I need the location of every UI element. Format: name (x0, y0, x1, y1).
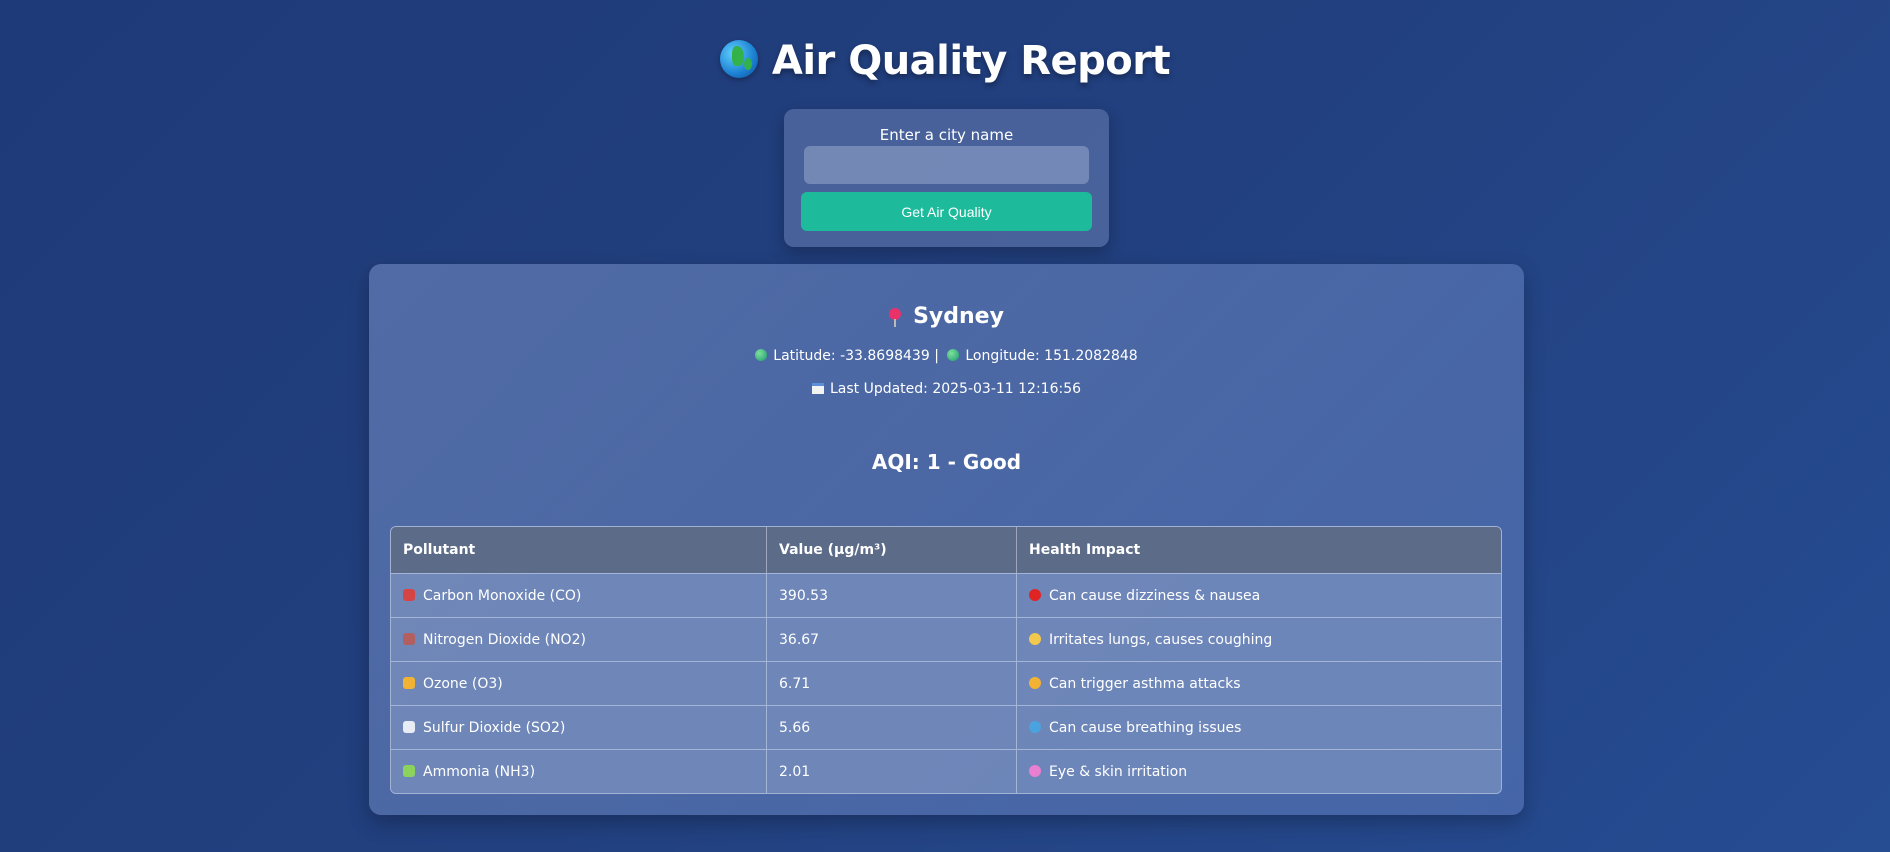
value-cell: 36.67 (767, 617, 1017, 661)
factory-icon (403, 632, 415, 645)
table-row: Ozone (O3) 6.71 Can trigger asthma attacks (391, 661, 1501, 705)
page-title-text: Air Quality Report (771, 38, 1171, 84)
search-card: Enter a city name Get Air Quality (784, 109, 1109, 247)
pollutant-name: Sulfur Dioxide (SO2) (423, 719, 566, 736)
page-title: Air Quality Report (0, 38, 1890, 84)
pollutant-cell: Ammonia (NH3) (391, 749, 767, 793)
result-card: Sydney Latitude: -33.8698439 | Longitude… (369, 264, 1524, 815)
header-value: Value (µg/m³) (767, 527, 1017, 573)
table-row: Carbon Monoxide (CO) 390.53 Can cause dizz… (391, 573, 1501, 617)
health-impact-cell: Irritates lungs, causes coughing (1017, 617, 1501, 661)
last-updated: Last Updated: 2025-03-11 12:16:56 (369, 381, 1524, 397)
grimace-face-icon (1029, 632, 1041, 645)
longitude: Longitude: 151.2082848 (965, 348, 1138, 364)
table-row: Nitrogen Dioxide (NO2) 36.67 Irritates lun… (391, 617, 1501, 661)
table-header-row: Pollutant Value (µg/m³) Health Impact (391, 527, 1501, 573)
health-impact-cell: Can cause breathing issues (1017, 705, 1501, 749)
sun-icon (1029, 676, 1041, 689)
value-cell: 5.66 (767, 705, 1017, 749)
health-impact-cell: Can cause dizziness & nausea (1017, 573, 1501, 617)
pollutant-cell: Carbon Monoxide (CO) (391, 573, 767, 617)
test-tube-icon (403, 764, 415, 777)
search-label: Enter a city name (879, 126, 1014, 144)
aqi-status: AQI: 1 - Good (871, 450, 1022, 474)
pin-icon (889, 308, 902, 327)
city-name: Sydney (913, 304, 1004, 329)
city-input[interactable] (804, 146, 1089, 184)
value-cell: 390.53 (767, 573, 1017, 617)
header-health-impact: Health Impact (1017, 527, 1501, 573)
globe-americas-icon (755, 349, 768, 361)
health-impact-text: Can cause breathing issues (1049, 719, 1242, 736)
health-impact-text: Irritates lungs, causes coughing (1049, 631, 1273, 648)
globe-icon (719, 40, 758, 78)
red-circle-icon (1029, 588, 1041, 601)
calendar-icon (811, 383, 824, 394)
pollutant-name: Ozone (O3) (423, 675, 503, 692)
health-impact-cell: Eye & skin irritation (1017, 749, 1501, 793)
get-air-quality-button[interactable]: Get Air Quality (801, 192, 1092, 231)
city-heading: Sydney (369, 304, 1524, 329)
pollutant-cell: Nitrogen Dioxide (NO2) (391, 617, 767, 661)
pollutant-name: Ammonia (NH3) (423, 763, 536, 780)
health-impact-text: Eye & skin irritation (1049, 763, 1188, 780)
pollutant-cell: Sulfur Dioxide (SO2) (391, 705, 767, 749)
pollutant-name: Nitrogen Dioxide (NO2) (423, 631, 586, 648)
coordinates: Latitude: -33.8698439 | Longitude: 151.2… (369, 348, 1524, 364)
latitude: Latitude: -33.8698439 | (773, 348, 939, 364)
car-icon (403, 588, 415, 601)
sun-face-icon (403, 676, 415, 689)
cloud-icon (403, 720, 415, 733)
last-updated-text: Last Updated: 2025-03-11 12:16:56 (829, 381, 1082, 397)
value-cell: 6.71 (767, 661, 1017, 705)
wind-face-icon (1029, 720, 1041, 733)
pollutant-cell: Ozone (O3) (391, 661, 767, 705)
eye-icon (1029, 764, 1041, 777)
value-cell: 2.01 (767, 749, 1017, 793)
header-pollutant: Pollutant (391, 527, 767, 573)
table-row: Ammonia (NH3) 2.01 Eye & skin irritation (391, 749, 1501, 793)
health-impact-text: Can trigger asthma attacks (1049, 675, 1241, 692)
health-impact-text: Can cause dizziness & nausea (1049, 587, 1261, 604)
health-impact-cell: Can trigger asthma attacks (1017, 661, 1501, 705)
pollutant-table: Pollutant Value (µg/m³) Health Impact Ca… (390, 526, 1502, 794)
table-row: Sulfur Dioxide (SO2) 5.66 Can cause breath… (391, 705, 1501, 749)
globe-asia-icon (947, 349, 960, 361)
pollutant-name: Carbon Monoxide (CO) (423, 587, 582, 604)
